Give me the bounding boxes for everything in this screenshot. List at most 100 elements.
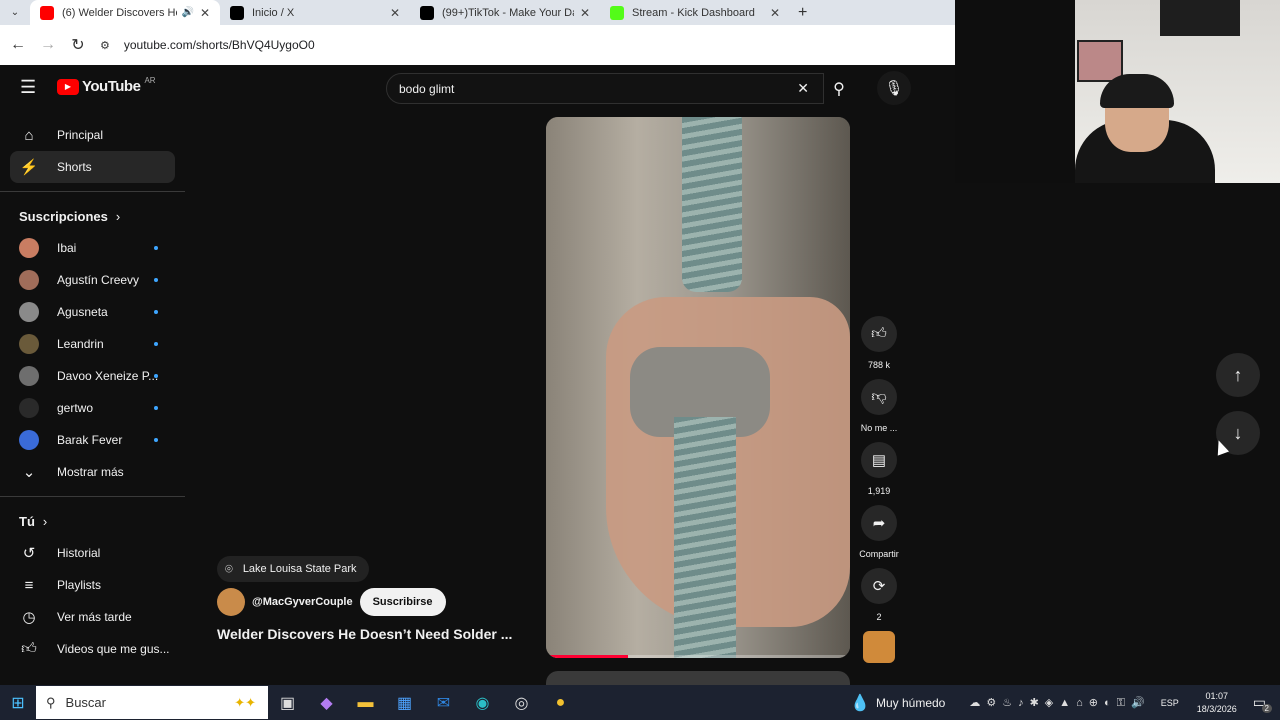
language-indicator[interactable]: ESP [1161, 698, 1179, 708]
tab-search-chevron-icon[interactable]: ⌄ [0, 7, 30, 18]
subscription-label: Davoo Xeneize P... [57, 369, 159, 383]
channel-name[interactable]: @MacGyverCouple [252, 596, 353, 608]
sidebar-subscription[interactable]: Agustín Creevy [0, 264, 185, 296]
tab-kick[interactable]: Stream - Kick Dashboard ✕ [600, 0, 790, 25]
sidebar-item-shorts[interactable]: ⚡ Shorts [10, 151, 175, 183]
tab-title: (99+)TikTok - Make Your Day [442, 6, 574, 19]
comments-button[interactable]: ▤ [861, 442, 897, 478]
progress-track[interactable] [546, 655, 850, 658]
thumbs-up-icon: 👍︎ [21, 640, 37, 657]
next-short-preview[interactable] [546, 671, 850, 685]
previous-short-button[interactable]: ↑ [1216, 353, 1260, 397]
system-tray-icons[interactable]: ☁⚙♨♪✱◈▲⌂⊕◐⚿🔊 [969, 696, 1150, 710]
speaker-icon[interactable]: 🔊 [181, 7, 193, 18]
close-tab-icon[interactable]: ✕ [580, 6, 590, 20]
sidebar-item-principal[interactable]: ⌂ Principal [0, 119, 185, 151]
sidebar-item-liked-videos[interactable]: 👍︎ Videos que me gus... [0, 633, 185, 665]
chrome-icon[interactable]: ● [541, 694, 580, 712]
short-video-player[interactable] [546, 117, 850, 658]
channel-avatar [19, 366, 39, 386]
close-tab-icon[interactable]: ✕ [200, 6, 210, 20]
channel-avatar [19, 430, 39, 450]
subscription-label: gertwo [57, 401, 94, 415]
sidebar-subscription[interactable]: Agusneta [0, 296, 185, 328]
clock-icon: ◷ [22, 609, 36, 626]
channel-avatar [19, 302, 39, 322]
share-label: Compartir [859, 549, 899, 559]
tab-tiktok[interactable]: (99+)TikTok - Make Your Day ✕ [410, 0, 600, 25]
progress-fill [546, 655, 629, 658]
site-info-icon[interactable]: ⚙ [100, 39, 110, 52]
bolt-lower-image [674, 417, 736, 658]
windows-start-icon[interactable]: ⊞ [0, 693, 36, 713]
microphone-icon: 🎙 [884, 80, 904, 97]
obs-icon[interactable]: ◎ [502, 693, 541, 713]
close-tab-icon[interactable]: ✕ [770, 6, 780, 20]
location-chip[interactable]: ⌾ Lake Louisa State Park [217, 556, 369, 582]
sound-thumbnail[interactable] [863, 631, 895, 663]
sidebar-item-label: Principal [57, 128, 104, 142]
shorts-icon: ⚡ [19, 159, 39, 176]
task-view-icon[interactable]: ▣ [268, 693, 307, 713]
sidebar-item-historial[interactable]: ↺ Historial [0, 537, 185, 569]
dislike-button[interactable]: 👎︎ [861, 379, 897, 415]
sidebar: ⌂ Principal ⚡ Shorts Suscripciones › Iba… [0, 110, 185, 685]
clear-search-icon[interactable]: ✕ [797, 80, 809, 97]
url-field[interactable]: youtube.com/shorts/BhVQ4UygoO0 [124, 38, 315, 52]
channel-avatar [19, 270, 39, 290]
tab-youtube[interactable]: (6) Welder Discovers He Do 🔊 ✕ [30, 0, 220, 25]
sidebar-item-playlists[interactable]: ≡ Playlists [0, 569, 185, 601]
clock[interactable]: 01:07 18/3/2026 [1197, 690, 1237, 716]
back-icon[interactable]: ← [10, 36, 26, 54]
subscription-label: Agustín Creevy [57, 273, 140, 287]
weather-label[interactable]: Muy húmedo [876, 696, 945, 710]
copilot-icon[interactable]: ◆ [307, 693, 346, 713]
forward-icon[interactable]: → [40, 36, 56, 54]
remix-button[interactable]: ⟳ [861, 568, 897, 604]
show-more-button[interactable]: ⌄ Mostrar más [0, 456, 185, 488]
menu-icon[interactable]: ☰ [20, 77, 36, 98]
sidebar-item-watch-later[interactable]: ◷ Ver más tarde [0, 601, 185, 633]
channel-avatar [19, 398, 39, 418]
new-tab-icon[interactable]: + [798, 4, 807, 22]
notifications-button[interactable]: ▭ 2 [1253, 694, 1272, 713]
channel-avatar[interactable] [217, 588, 245, 616]
search-box[interactable]: bodo glimt ✕ [386, 73, 824, 104]
outlook-icon[interactable]: ✉ [424, 693, 463, 713]
you-heading[interactable]: Tú › [0, 505, 185, 537]
sparkle-icon: ✦✦ [234, 694, 256, 710]
close-tab-icon[interactable]: ✕ [390, 6, 400, 20]
like-button[interactable]: 👍︎ [861, 316, 897, 352]
new-content-dot [154, 342, 158, 346]
tiktok-favicon-icon [420, 5, 434, 20]
short-title[interactable]: Welder Discovers He Doesn’t Need Solder … [217, 626, 512, 642]
youtube-logo[interactable]: ▶ YouTube AR [57, 76, 156, 95]
tab-x[interactable]: Inicio / X ✕ [220, 0, 410, 25]
sidebar-subscription[interactable]: Barak Fever [0, 424, 185, 456]
subscription-label: Leandrin [57, 337, 104, 351]
subscribe-button[interactable]: Suscribirse [359, 588, 446, 616]
sidebar-item-label: Videos que me gus... [57, 642, 170, 656]
search-button[interactable]: ⚲ [817, 73, 861, 104]
store-icon[interactable]: ▦ [385, 693, 424, 713]
voice-search-button[interactable]: 🎙 [877, 71, 911, 105]
comment-icon: ▤ [871, 452, 887, 469]
share-button[interactable]: ➦ [861, 505, 897, 541]
sidebar-item-label: Shorts [57, 160, 92, 174]
edge-icon[interactable]: ◉ [463, 693, 502, 713]
file-explorer-icon[interactable]: ▬ [346, 694, 385, 712]
new-content-dot [154, 374, 158, 378]
sidebar-subscription[interactable]: Davoo Xeneize P... [0, 360, 185, 392]
clock-date: 18/3/2026 [1196, 703, 1237, 714]
subscription-label: Barak Fever [57, 433, 123, 447]
sidebar-subscription[interactable]: Ibai [0, 232, 185, 264]
sidebar-subscription[interactable]: gertwo [0, 392, 185, 424]
share-icon: ➦ [872, 515, 886, 532]
country-code: AR [144, 76, 156, 85]
taskbar-search[interactable]: ⚲ Buscar ✦✦ [36, 686, 268, 719]
subscriptions-heading[interactable]: Suscripciones › [0, 200, 185, 232]
divider [0, 496, 185, 497]
search-input[interactable]: bodo glimt [399, 82, 797, 96]
sidebar-subscription[interactable]: Leandrin [0, 328, 185, 360]
reload-icon[interactable]: ↻ [70, 35, 86, 55]
